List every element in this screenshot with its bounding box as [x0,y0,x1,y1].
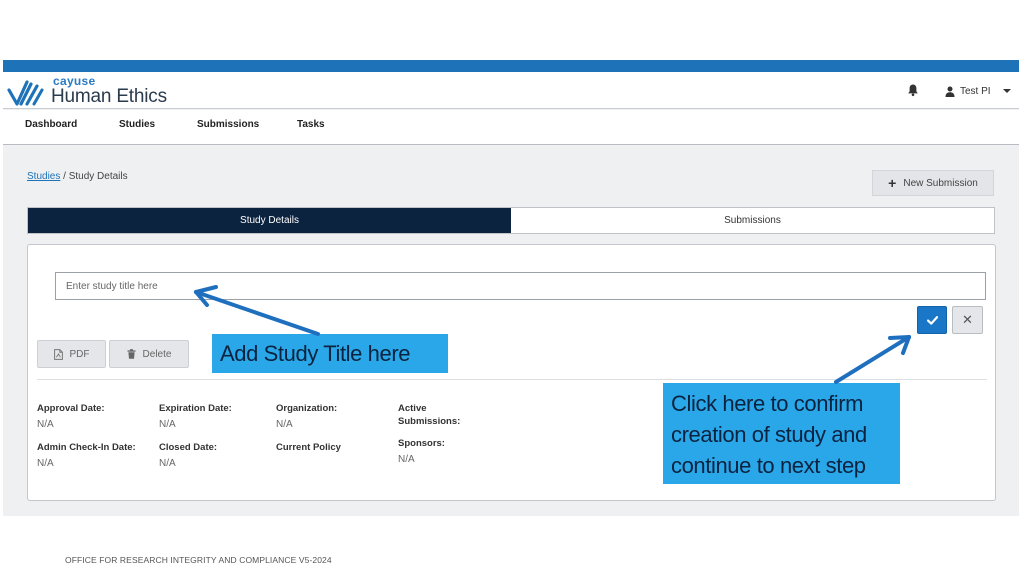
current-policy-label: Current Policy [276,442,341,453]
main-nav: Dashboard Studies Submissions Tasks [3,110,1019,145]
nav-studies[interactable]: Studies [119,119,155,130]
callout-add-title-text: Add Study Title here [220,341,411,366]
new-submission-button[interactable]: + New Submission [872,170,994,196]
study-title-input[interactable] [55,272,986,300]
closed-date-value: N/A [159,458,176,469]
breadcrumb-current: Study Details [68,171,128,182]
expiration-date-value: N/A [159,419,176,430]
pdf-file-icon [53,348,63,360]
approval-date-label: Approval Date: [37,403,105,414]
active-submissions-label-line1: Active [398,403,427,414]
callout-confirm: Click here to confirm creation of study … [663,383,900,484]
nav-dashboard[interactable]: Dashboard [25,119,77,130]
admin-checkin-date-label: Admin Check-In Date: [37,442,136,453]
study-tabs: Study Details Submissions [27,207,995,234]
callout-add-title: Add Study Title here [212,334,448,373]
callout-confirm-line2: creation of study and [671,422,867,447]
plus-icon: + [888,175,897,191]
pdf-button[interactable]: PDF [37,340,106,368]
admin-checkin-date-value: N/A [37,458,54,469]
nav-tasks[interactable]: Tasks [297,119,325,130]
nav-submissions[interactable]: Submissions [197,119,259,130]
breadcrumb: Studies / Study Details [27,171,128,182]
delete-button[interactable]: Delete [109,340,189,368]
sponsors-value: N/A [398,454,415,465]
logo-product-text: Human Ethics [51,86,167,107]
cancel-button[interactable]: ✕ [952,306,983,334]
callout-confirm-line1: Click here to confirm [671,391,864,416]
bell-icon[interactable] [906,83,920,97]
check-icon [926,315,938,325]
tab-submissions[interactable]: Submissions [511,208,994,233]
expiration-date-label: Expiration Date: [159,403,232,414]
section-divider [37,379,987,380]
pdf-button-label: PDF [69,348,90,360]
logo-check-icon [7,80,44,106]
tab-study-details[interactable]: Study Details [28,208,511,233]
top-accent-bar [3,60,1019,72]
close-icon: ✕ [962,312,973,327]
app-header: cayuse Human Ethics Test PI [3,72,1019,109]
trash-icon [127,349,136,359]
caret-down-icon[interactable] [1003,89,1011,93]
user-name: Test PI [960,85,991,97]
delete-button-label: Delete [142,348,172,360]
sponsors-label: Sponsors: [398,438,445,449]
cayuse-logo[interactable]: cayuse Human Ethics [7,74,177,108]
confirm-button[interactable] [917,306,947,334]
footer-text: OFFICE FOR RESEARCH INTEGRITY AND COMPLI… [65,555,332,565]
user-menu[interactable]: Test PI [945,84,991,98]
organization-label: Organization: [276,403,338,414]
callout-confirm-line3: continue to next step [671,453,866,478]
active-submissions-label-line2: Submissions: [398,416,461,427]
new-submission-label: New Submission [903,177,978,189]
breadcrumb-studies-link[interactable]: Studies [27,171,60,182]
approval-date-value: N/A [37,419,54,430]
organization-value: N/A [276,419,293,430]
closed-date-label: Closed Date: [159,442,218,453]
breadcrumb-separator: / [63,171,66,182]
user-icon [945,86,955,97]
